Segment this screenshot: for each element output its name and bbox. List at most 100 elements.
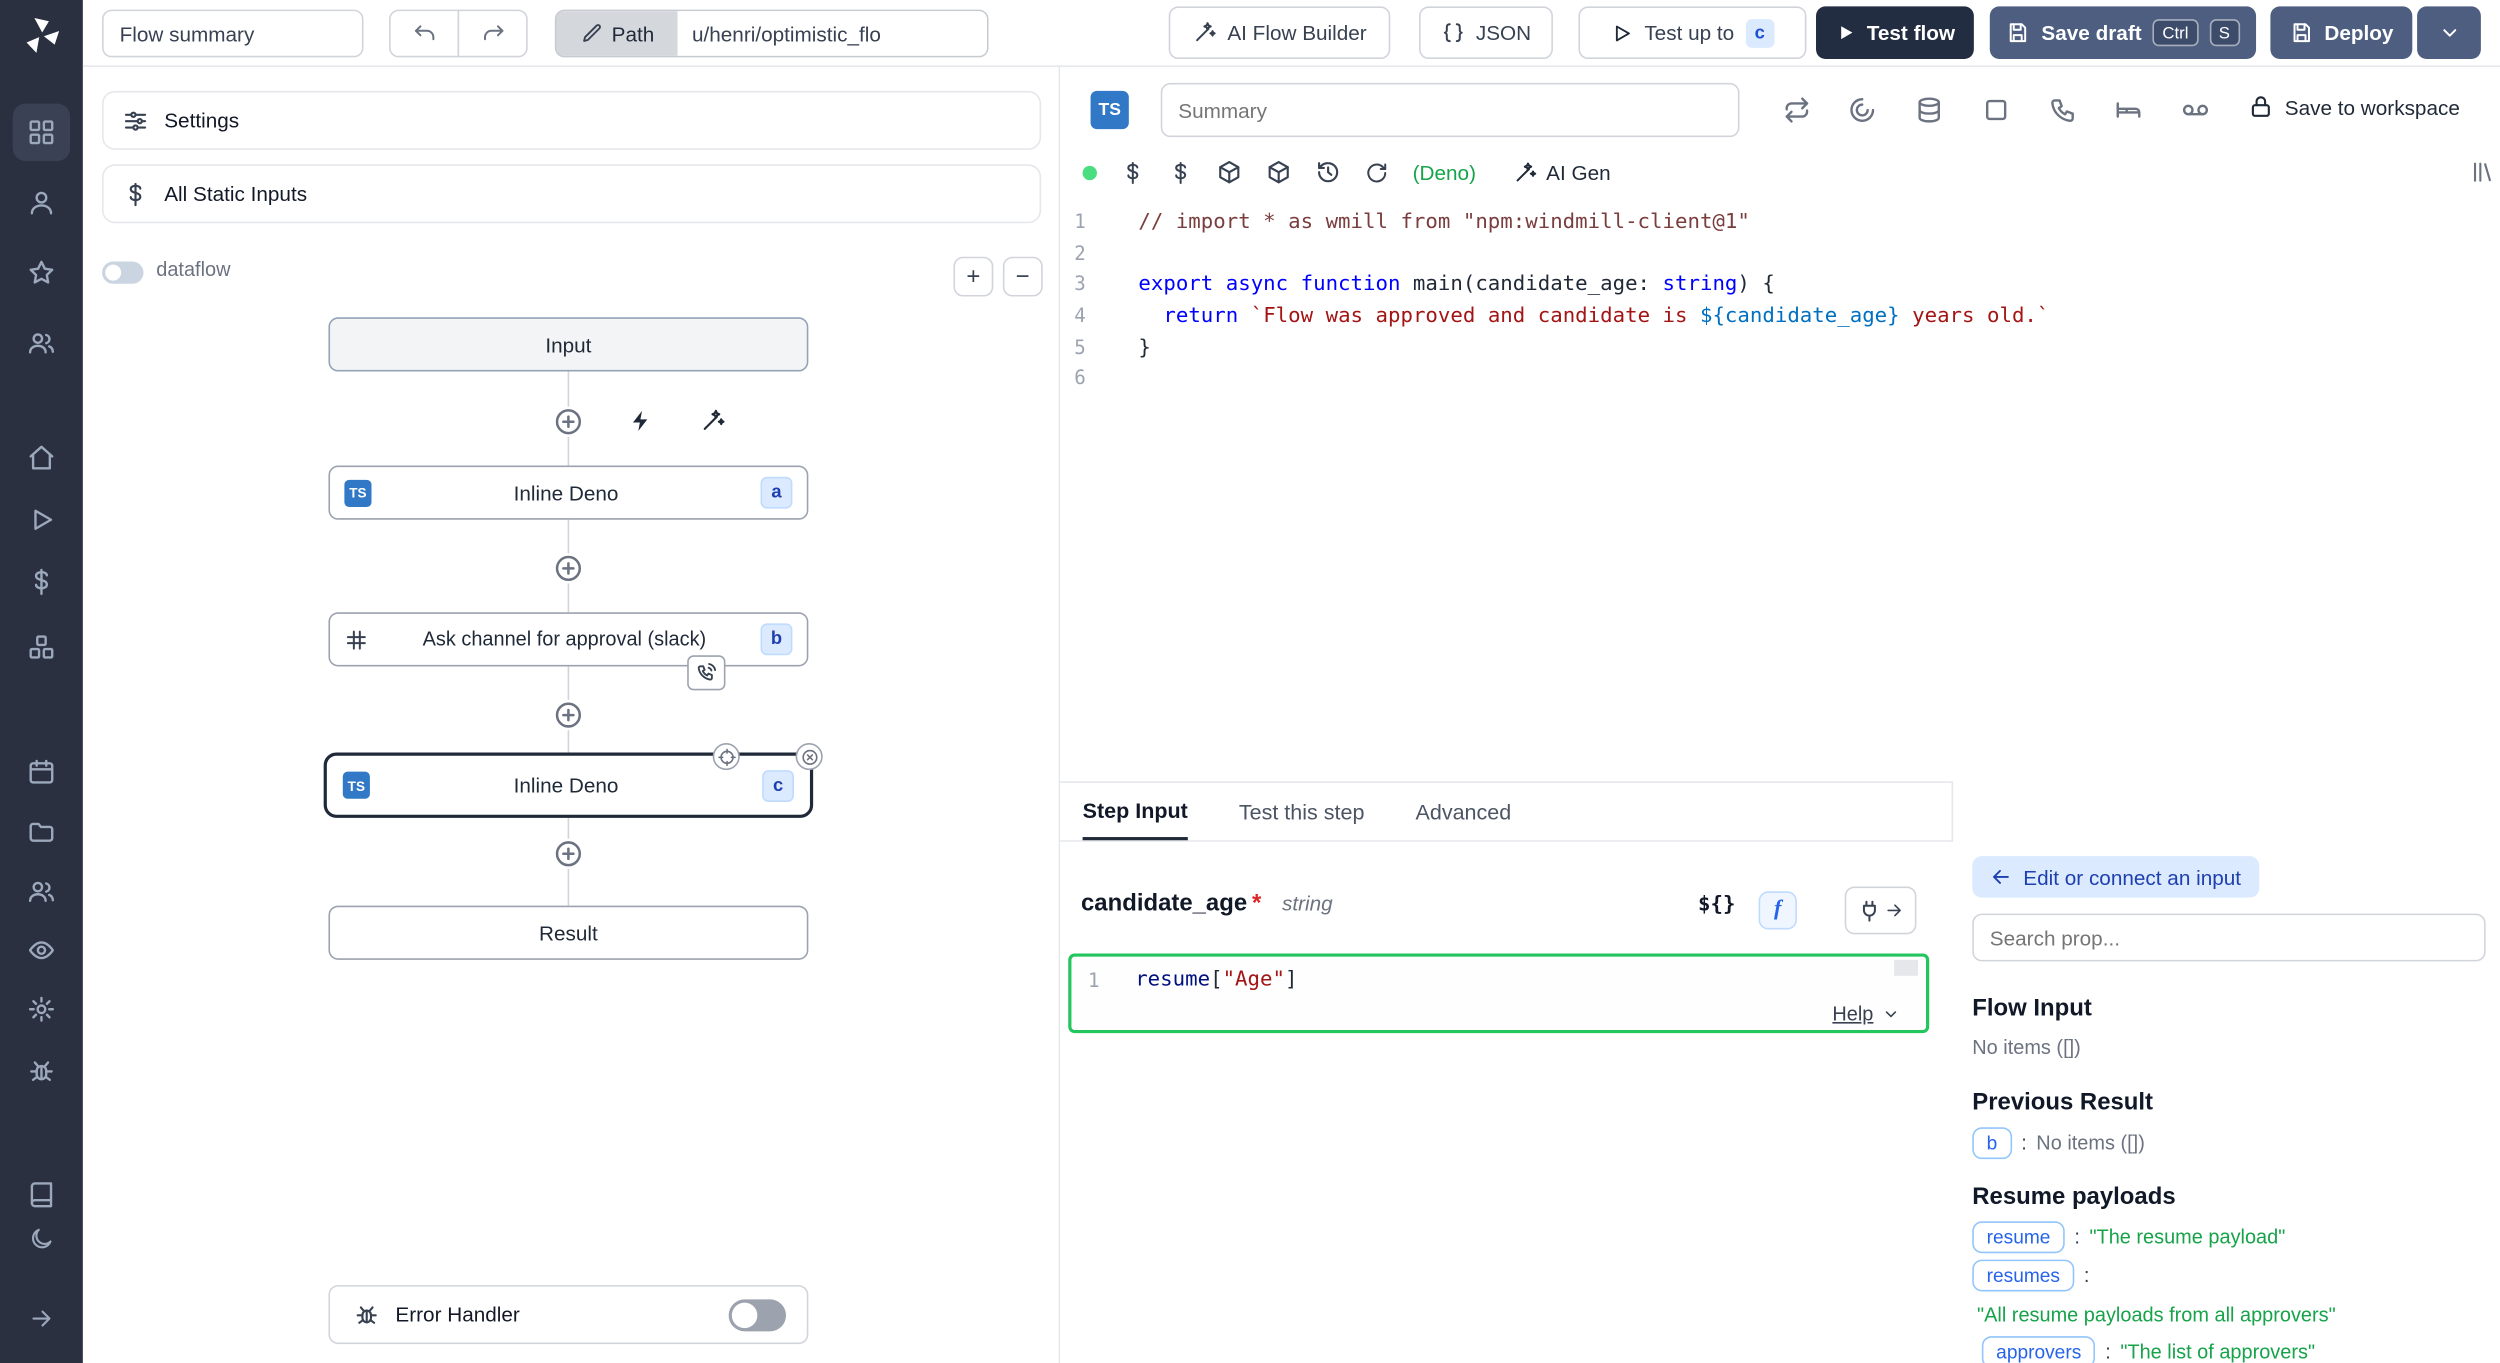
sidebar-item-favorites[interactable] xyxy=(13,244,70,301)
variable-picker-icon[interactable] xyxy=(1121,160,1145,184)
deploy-button[interactable]: Deploy xyxy=(2270,6,2412,59)
node-c-label: Inline Deno xyxy=(370,773,762,797)
path-button[interactable]: Path xyxy=(556,11,677,56)
path-input[interactable] xyxy=(678,11,987,56)
test-up-to-button[interactable]: Test up to c xyxy=(1578,6,1806,59)
package-icon[interactable] xyxy=(1217,159,1243,185)
required-asterisk: * xyxy=(1252,890,1261,917)
tab-test-this-step[interactable]: Test this step xyxy=(1239,783,1365,840)
sidebar-item-theme-toggle[interactable] xyxy=(13,1210,70,1267)
insert-step-button[interactable] xyxy=(553,700,583,730)
test-flow-button[interactable]: Test flow xyxy=(1816,6,1974,59)
node-c-id-badge: c xyxy=(762,769,794,801)
dataflow-toggle[interactable] xyxy=(102,261,143,283)
search-prop-input[interactable] xyxy=(1972,914,2485,962)
input-expression-editor[interactable]: 1 resume["Age"] Help xyxy=(1068,953,1929,1033)
sidebar-item-user[interactable] xyxy=(13,174,70,231)
zap-icon[interactable] xyxy=(628,408,654,434)
function-toggle-button[interactable]: f xyxy=(1759,891,1797,929)
colon: : xyxy=(2084,1264,2090,1286)
context-variable-icon[interactable] xyxy=(1169,160,1193,184)
ai-flow-builder-button[interactable]: AI Flow Builder xyxy=(1169,6,1391,59)
sidebar-item-resources[interactable] xyxy=(13,619,70,676)
sidebar-item-apps[interactable] xyxy=(13,104,70,161)
insert-step-button[interactable] xyxy=(553,407,583,437)
suspend-indicator[interactable] xyxy=(687,655,725,690)
sidebar-item-variables[interactable] xyxy=(13,553,70,610)
reload-icon[interactable] xyxy=(1365,160,1389,184)
perpetual-icon[interactable] xyxy=(2181,96,2210,125)
help-label: Help xyxy=(1832,1003,1873,1025)
sidebar-item-audit[interactable] xyxy=(13,922,70,979)
flow-node-a[interactable]: TS Inline Deno a xyxy=(328,466,808,520)
save-draft-label: Save draft xyxy=(2041,21,2141,45)
delete-node-button[interactable] xyxy=(796,743,823,770)
chevron-down-icon xyxy=(1881,1004,1900,1023)
save-draft-button[interactable]: Save draft Ctrl S xyxy=(1990,6,2256,59)
sidebar-collapse-button[interactable] xyxy=(13,1290,70,1347)
previous-result-badge[interactable]: b xyxy=(1972,1127,2011,1159)
resumes-badge[interactable]: resumes xyxy=(1972,1260,2074,1292)
insert-expression-button[interactable]: ${} xyxy=(1698,893,1735,917)
flow-summary-input[interactable] xyxy=(102,10,363,58)
editor-scrollbar[interactable] xyxy=(1894,960,1918,976)
history-icon[interactable] xyxy=(1315,159,1341,185)
redo-button[interactable] xyxy=(458,10,528,58)
resume-badge[interactable]: resume xyxy=(1972,1221,2064,1253)
concurrency-icon[interactable] xyxy=(1848,96,1877,125)
error-handler-row[interactable]: Error Handler xyxy=(328,1285,808,1344)
dependencies-icon[interactable] xyxy=(1266,159,1292,185)
retries-icon[interactable] xyxy=(1783,96,1812,125)
all-static-inputs-row[interactable]: All Static Inputs xyxy=(102,164,1041,223)
tab-step-input[interactable]: Step Input xyxy=(1083,783,1188,840)
wand-icon[interactable] xyxy=(700,408,726,434)
sidebar xyxy=(0,0,83,1363)
library-icon[interactable] xyxy=(2470,159,2496,185)
edit-connect-label: Edit or connect an input xyxy=(2023,865,2241,889)
flow-node-b[interactable]: Ask channel for approval (slack) b xyxy=(328,612,808,666)
colon: : xyxy=(2021,1132,2027,1154)
insert-step-button[interactable] xyxy=(553,839,583,869)
edit-connect-input-button[interactable]: Edit or connect an input xyxy=(1972,856,2258,897)
early-stop-icon[interactable] xyxy=(1982,96,2011,125)
zoom-in-button[interactable]: + xyxy=(953,257,993,297)
sidebar-item-workers[interactable] xyxy=(13,1043,70,1100)
sidebar-item-home[interactable] xyxy=(13,429,70,486)
approvers-badge[interactable]: approvers xyxy=(1982,1336,2096,1363)
redo-icon xyxy=(481,22,505,46)
language-badge: TS xyxy=(1091,91,1129,129)
code-editor[interactable]: 1// import * as wmill from "npm:windmill… xyxy=(1060,207,2500,395)
tab-advanced[interactable]: Advanced xyxy=(1415,783,1511,840)
ai-flow-builder-label: AI Flow Builder xyxy=(1227,21,1366,45)
json-button[interactable]: JSON xyxy=(1419,6,1553,59)
flow-settings-row[interactable]: Settings xyxy=(102,91,1041,150)
bug-icon xyxy=(27,1057,56,1086)
connect-input-button[interactable] xyxy=(1845,886,1917,934)
sidebar-item-schedules[interactable] xyxy=(13,743,70,800)
sidebar-item-runs[interactable] xyxy=(13,491,70,548)
error-handler-toggle[interactable] xyxy=(729,1299,786,1331)
braces-icon xyxy=(1441,21,1465,45)
save-to-workspace-button[interactable]: Save to workspace xyxy=(2248,94,2460,120)
windmill-logo-icon[interactable] xyxy=(19,13,64,58)
sidebar-item-settings[interactable] xyxy=(13,981,70,1038)
sidebar-item-folders[interactable] xyxy=(13,804,70,861)
step-summary-input[interactable] xyxy=(1161,83,1740,137)
ai-gen-button[interactable]: AI Gen xyxy=(1513,160,1611,184)
flow-node-c-selected[interactable]: TS Inline Deno c xyxy=(324,753,813,818)
flow-input-value: No items ([]) xyxy=(1972,1036,2081,1058)
suspend-icon[interactable] xyxy=(2049,96,2078,125)
sidebar-item-members[interactable] xyxy=(13,863,70,920)
help-link[interactable]: Help xyxy=(1832,1003,1900,1025)
kbd-s: S xyxy=(2209,19,2239,46)
sleep-icon[interactable] xyxy=(2114,96,2143,125)
flow-node-result[interactable]: Result xyxy=(328,906,808,960)
undo-button[interactable] xyxy=(389,10,459,58)
cache-icon[interactable] xyxy=(1915,96,1944,125)
insert-step-button[interactable] xyxy=(553,553,583,583)
move-node-button[interactable] xyxy=(713,743,740,770)
sidebar-item-groups[interactable] xyxy=(13,314,70,371)
flow-node-input[interactable]: Input xyxy=(328,317,808,371)
deploy-dropdown-button[interactable] xyxy=(2417,6,2481,59)
zoom-out-button[interactable]: − xyxy=(1003,257,1043,297)
